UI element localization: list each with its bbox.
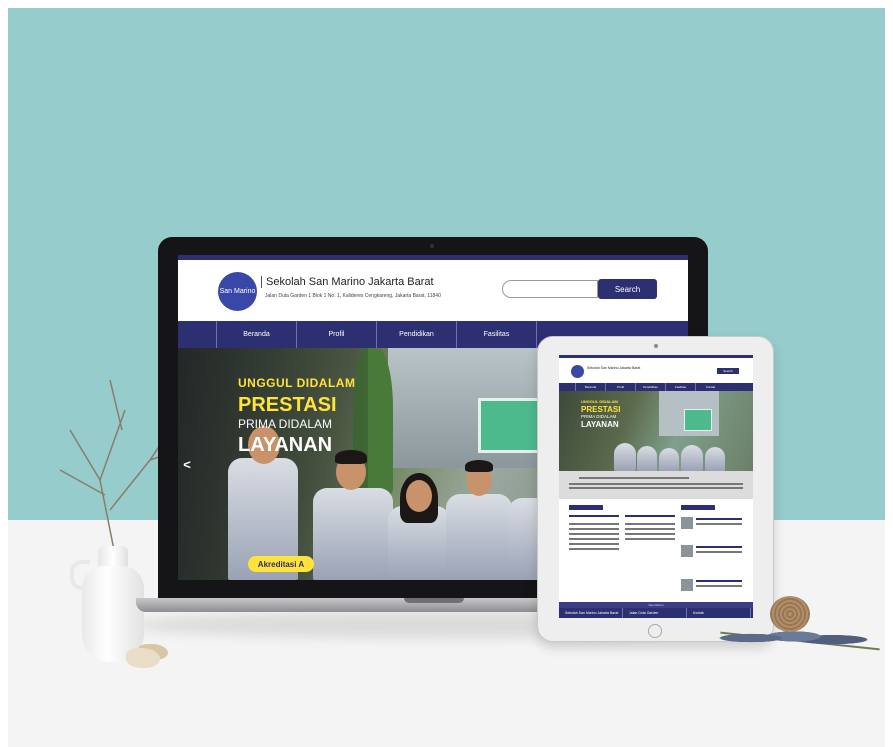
tablet-student-1 [614,443,636,471]
footer-school[interactable]: Sekolah San Marino Jakarta Barat [559,608,623,618]
text-line [579,477,689,479]
text-line [569,523,619,525]
hero-line-2: PRESTASI [238,394,337,416]
student-4-hair [465,460,493,472]
search-button[interactable]: Search [598,279,657,299]
text-line [569,538,619,540]
tablet-nav-profil[interactable]: Profil [605,383,635,391]
tablet-hero-line-1: UNGGUL DIDALAM [581,399,618,404]
twine-spool [770,596,810,632]
tablet-student-3 [659,448,679,471]
text-line [696,523,742,525]
text-line [569,533,619,535]
text-line [696,585,742,587]
tablet-top-strip [559,355,753,358]
mockup-scene: San Marino Sekolah San Marino Jakarta Ba… [0,0,893,747]
school-logo[interactable]: San Marino [218,272,257,311]
text-line [696,551,742,553]
tablet-device: Sekolah San Marino Jakarta Barat Search … [537,336,774,642]
nav-beranda[interactable]: Beranda [216,321,296,348]
student-4 [446,494,512,580]
site-header: San Marino Sekolah San Marino Jakarta Ba… [178,260,688,321]
cotton-flower [126,648,160,668]
text-line [625,523,675,525]
article-title[interactable] [696,580,742,582]
footer-contact[interactable]: Kontak [687,608,751,618]
news-thumbnail[interactable] [681,579,693,591]
text-line [625,533,675,535]
school-address: Jalan Duta Garden 1 Blok 1 No. 1, Kalide… [265,293,441,299]
nav-fasilitas[interactable]: Fasilitas [456,321,536,348]
text-line [569,543,619,545]
tablet-nav-beranda[interactable]: Beranda [575,383,605,391]
hero-line-4: LAYANAN [238,434,333,456]
tablet-search-button[interactable]: Search [717,368,739,374]
student-3-head [406,480,432,512]
tablet-hero-line-3: PRIMA DIDALAM [581,414,617,419]
student-2-hair [335,450,367,464]
tablet-welcome-section [559,471,753,499]
text-line [625,538,675,540]
column-heading [681,505,715,510]
text-line [569,528,619,530]
text-line [569,483,743,485]
tablet-school-name[interactable]: Sekolah San Marino Jakarta Barat [587,366,640,370]
search-input[interactable] [502,280,598,298]
nav-profil[interactable]: Profil [296,321,376,348]
chevron-left-icon[interactable]: < [181,456,193,472]
footer-address[interactable]: Jalan Duta Garden [623,608,687,618]
article-title[interactable] [696,518,742,520]
nav-pendidikan[interactable]: Pendidikan [376,321,456,348]
article-title[interactable] [696,546,742,548]
tablet-home-button[interactable] [648,624,662,638]
accreditation-badge: Akreditasi A [248,556,314,572]
tablet-nav-kontak[interactable]: Kontak [695,383,725,391]
student-2 [313,488,393,580]
tablet-news-columns [559,501,753,601]
tablet-nav: Beranda Profil Pendidikan Fasilitas Kont… [559,383,753,391]
hero-line-3: PRIMA DIDALAM [238,417,333,431]
tablet-nav-pendidikan[interactable]: Pendidikan [635,383,665,391]
logo-text: San Marino [219,288,256,295]
text-line [569,548,619,550]
tablet-student-5 [705,447,725,471]
text-line [625,528,675,530]
laptop-notch [404,598,464,603]
column-heading [569,505,603,510]
text-line [569,487,743,489]
tablet-hero-line-2: PRESTASI [581,405,621,414]
tablet-camera [654,344,658,348]
news-thumbnail[interactable] [681,545,693,557]
tablet-school-logo[interactable] [571,365,584,378]
tablet-student-2 [637,446,657,471]
tablet-nav-fasilitas[interactable]: Fasilitas [665,383,695,391]
school-name[interactable]: Sekolah San Marino Jakarta Barat [261,276,434,288]
tablet-screen: Sekolah San Marino Jakarta Barat Search … [559,355,753,618]
article-title[interactable] [625,515,675,517]
laptop-camera [430,244,434,248]
news-thumbnail[interactable] [681,517,693,529]
tablet-hero-line-4: LAYANAN [581,420,619,429]
tablet-hero-banner: UNGGUL DIDALAM PRESTASI PRIMA DIDALAM LA… [559,391,753,471]
tablet-footer: Sekolah San Marino Jakarta Barat Jalan D… [559,608,753,618]
hero-line-1: UNGGUL DIDALAM [238,376,356,390]
tablet-board [684,409,712,431]
article-title[interactable] [569,515,619,517]
tablet-student-4 [681,445,703,471]
